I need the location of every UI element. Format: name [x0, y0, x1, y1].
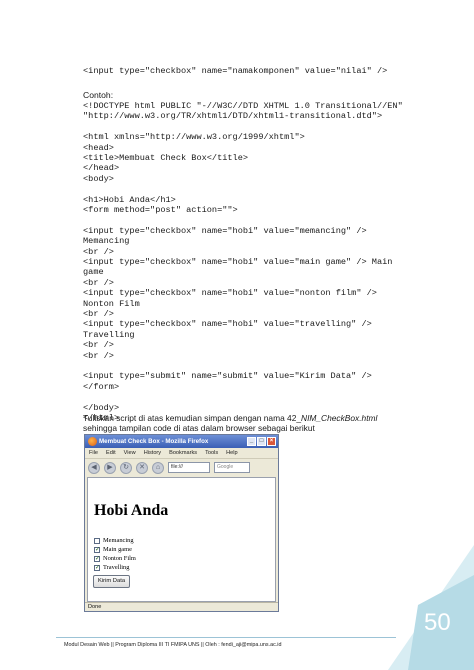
- menu-help[interactable]: Help: [226, 450, 238, 456]
- menu-edit[interactable]: Edit: [106, 450, 116, 456]
- forward-icon[interactable]: ▶: [104, 461, 116, 474]
- home-icon[interactable]: ⌂: [152, 461, 164, 474]
- checkbox-row-nonton-film[interactable]: ✓ Nonton Film: [94, 555, 136, 562]
- browser-content: Hobi Anda Memancing ✓ Main game ✓ Nonton…: [87, 477, 276, 602]
- code-line: <title>Membuat Check Box</title>: [83, 153, 249, 163]
- code-line: Travelling: [83, 329, 135, 340]
- checkbox-row-travelling[interactable]: ✓ Travelling: [94, 564, 129, 571]
- status-bar: Done: [85, 602, 278, 611]
- menu-bookmarks[interactable]: Bookmarks: [169, 450, 197, 456]
- checkbox-label: Main game: [103, 546, 132, 553]
- code-line: <br />: [83, 246, 114, 257]
- checkbox-travelling[interactable]: ✓: [94, 564, 100, 571]
- browser-window-screenshot: Membuat Check Box - Mozilla Firefox _ □ …: [84, 434, 279, 612]
- menu-view[interactable]: View: [124, 450, 136, 456]
- code-line: <!DOCTYPE html PUBLIC "-//W3C//DTD XHTML…: [83, 101, 403, 111]
- menu-history[interactable]: History: [144, 450, 161, 456]
- back-icon[interactable]: ◀: [88, 461, 100, 474]
- code-line: </head>: [83, 163, 120, 174]
- code-line: <input type="checkbox" name="hobi" value…: [83, 257, 393, 267]
- instruction-filename: NIM_CheckBox.html: [301, 413, 378, 423]
- page-number: 50: [424, 609, 451, 636]
- code-line: <br />: [83, 340, 114, 351]
- menu-file[interactable]: File: [89, 450, 98, 456]
- reload-icon[interactable]: ↻: [120, 461, 132, 474]
- browser-titlebar: Membuat Check Box - Mozilla Firefox _ □ …: [85, 435, 278, 448]
- address-bar[interactable]: file:///: [168, 462, 210, 473]
- checkbox-memancing[interactable]: [94, 537, 100, 544]
- code-line: <body>: [83, 173, 114, 184]
- code-line: <br />: [83, 309, 114, 319]
- firefox-icon: [88, 437, 97, 446]
- code-line: <form method="post" action="">: [83, 205, 238, 215]
- browser-menubar: File Edit View History Bookmarks Tools H…: [85, 448, 278, 458]
- code-line: </body>: [83, 402, 120, 413]
- checkbox-nonton-film[interactable]: ✓: [94, 555, 100, 562]
- browser-title: Membuat Check Box - Mozilla Firefox: [99, 438, 209, 445]
- code-line: <input type="submit" name="submit" value…: [83, 371, 372, 382]
- minimize-icon[interactable]: _: [247, 437, 256, 446]
- checkbox-label: Travelling: [103, 564, 130, 571]
- page-footer: Modul Desain Web || Program Diploma III …: [64, 642, 282, 648]
- checkbox-main-game[interactable]: ✓: [94, 546, 100, 553]
- checkbox-label: Memancing: [103, 537, 134, 544]
- page-heading: Hobi Anda: [94, 502, 169, 519]
- instruction-paragraph: Tuliskan script di atas kemudian simpan …: [83, 413, 403, 434]
- window-controls: _ □ ×: [247, 437, 276, 446]
- menu-tools[interactable]: Tools: [205, 450, 218, 456]
- checkbox-label: Nonton Film: [103, 555, 136, 562]
- browser-toolbar: ◀ ▶ ↻ ✕ ⌂ file:/// Google: [85, 458, 278, 476]
- contoh-label: Contoh:: [83, 90, 114, 100]
- code-line: <br />: [83, 277, 114, 288]
- code-line: <html xmlns="http://www.w3.org/1999/xhtm…: [83, 132, 305, 143]
- instruction-text-1: Tuliskan script di atas kemudian simpan …: [83, 413, 302, 423]
- code-line: Nonton Film: [83, 298, 140, 309]
- footer-divider: [56, 637, 396, 638]
- checkbox-row-main-game[interactable]: ✓ Main game: [94, 546, 132, 553]
- stop-icon[interactable]: ✕: [136, 461, 148, 474]
- code-line: <input type="checkbox" name="hobi" value…: [83, 225, 367, 236]
- code-line: <br />: [83, 350, 114, 361]
- code-syntax-line: <input type="checkbox" name="namakompone…: [83, 66, 388, 76]
- code-line: <head>: [83, 142, 114, 153]
- instruction-text-2: sehingga tampilan code di atas dalam bro…: [83, 423, 315, 434]
- close-icon[interactable]: ×: [267, 437, 276, 446]
- code-line: "http://www.w3.org/TR/xhtml1/DTD/xhtml1-…: [83, 111, 383, 122]
- maximize-icon[interactable]: □: [257, 437, 266, 446]
- decorative-corner: [388, 545, 474, 670]
- code-line: <input type="checkbox" name="hobi" value…: [83, 319, 372, 330]
- code-line: <h1>Hobi Anda</h1>: [83, 194, 176, 205]
- code-line: Memancing: [83, 236, 130, 247]
- checkbox-row-memancing[interactable]: Memancing: [94, 537, 134, 544]
- code-line: </form>: [83, 381, 120, 392]
- search-box[interactable]: Google: [214, 462, 250, 473]
- code-line: game: [83, 267, 104, 278]
- submit-button[interactable]: Kirim Data: [93, 575, 131, 588]
- code-line: <input type="checkbox" name="hobi" value…: [83, 288, 377, 299]
